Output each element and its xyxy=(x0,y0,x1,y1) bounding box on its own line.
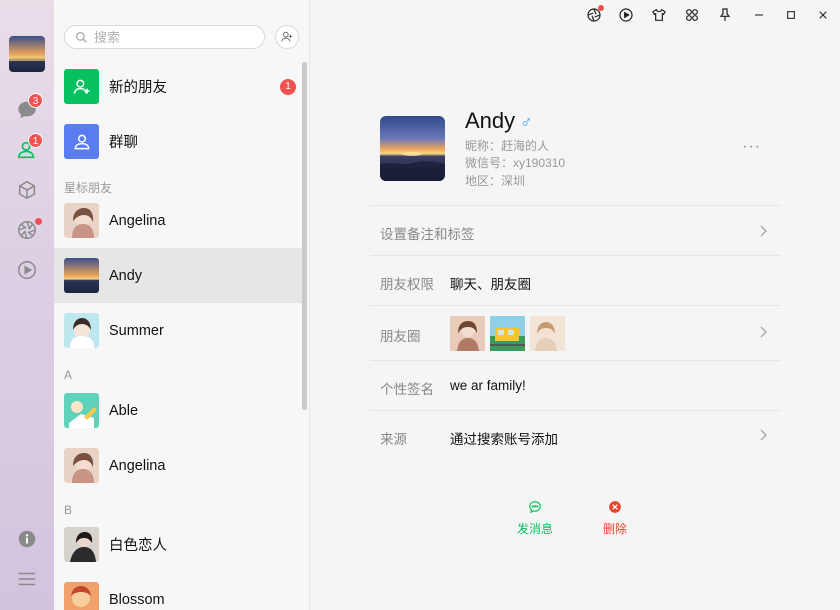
contact-name: Andy xyxy=(109,267,143,284)
contact-avatar xyxy=(64,258,99,293)
aperture-dot xyxy=(598,5,604,11)
contact-list-panel: 新的朋友 1 群聊 星标朋友 Angelina Andy Summer A Ab… xyxy=(54,0,310,610)
section-header-b: B xyxy=(64,503,73,517)
contact-avatar xyxy=(64,203,99,238)
new-friends-label: 新的朋友 xyxy=(109,80,167,96)
apps-icon[interactable] xyxy=(683,6,701,24)
contact-avatar xyxy=(64,448,99,483)
list-item[interactable]: Blossom xyxy=(54,572,306,610)
divider xyxy=(370,410,781,411)
more-options-button[interactable]: ··· xyxy=(742,138,761,156)
source-value: 通过搜索账号添加 xyxy=(450,432,558,447)
list-item-group-chat[interactable]: 群聊 xyxy=(54,114,306,169)
chevron-right-icon xyxy=(760,429,767,441)
signature-value: we ar family! xyxy=(450,378,526,393)
moments-thumbnail[interactable] xyxy=(450,316,485,351)
list-scrollbar[interactable] xyxy=(302,62,307,410)
contact-name: Angelina xyxy=(109,212,166,229)
maximize-icon[interactable] xyxy=(782,6,800,24)
moments-thumbnail[interactable] xyxy=(530,316,565,351)
search-input[interactable] xyxy=(94,29,254,45)
play-icon[interactable] xyxy=(617,6,635,24)
new-friends-badge: 1 xyxy=(280,79,296,95)
delete-label: 删除 xyxy=(602,522,627,536)
contact-avatar xyxy=(64,393,99,428)
list-item[interactable]: Andy xyxy=(54,248,306,303)
male-gender-icon: ♂ xyxy=(520,113,533,132)
chevron-right-icon xyxy=(760,326,767,338)
moments-thumbnail[interactable] xyxy=(490,316,525,351)
send-message-label: 发消息 xyxy=(516,522,553,536)
profile-nickname: 昵称：赶海的人 xyxy=(465,139,550,153)
list-item[interactable]: Angelina xyxy=(54,438,306,493)
group-chat-icon xyxy=(64,124,99,159)
menu-icon[interactable] xyxy=(15,567,39,591)
info-icon[interactable] xyxy=(15,527,39,551)
contact-avatar xyxy=(64,527,99,562)
shirt-icon[interactable] xyxy=(650,6,668,24)
pin-icon[interactable] xyxy=(716,6,734,24)
delete-icon xyxy=(609,501,621,513)
delete-button[interactable]: 删除 xyxy=(585,500,645,537)
aperture-dot xyxy=(35,218,42,225)
section-header-a: A xyxy=(64,368,73,382)
contact-name: Summer xyxy=(109,322,164,339)
permission-value[interactable]: 聊天、朋友圈 xyxy=(450,273,531,293)
minimize-icon[interactable] xyxy=(750,6,768,24)
chat-badge: 3 xyxy=(28,93,43,108)
my-avatar[interactable] xyxy=(9,36,45,72)
send-message-button[interactable]: 发消息 xyxy=(505,500,565,537)
cube-icon[interactable] xyxy=(15,178,39,202)
contacts-icon[interactable]: 1 xyxy=(15,133,43,162)
list-item[interactable]: Angelina xyxy=(54,193,306,248)
signature-label: 个性签名 xyxy=(380,382,434,397)
list-item[interactable]: Able xyxy=(54,383,306,438)
list-item[interactable]: 白色恋人 xyxy=(54,517,306,572)
permission-label: 朋友权限 xyxy=(380,277,434,292)
left-rail: 3 1 xyxy=(0,0,54,610)
profile-avatar[interactable] xyxy=(380,116,445,181)
profile-wechat-id: 微信号：xy190310 xyxy=(465,156,566,170)
chevron-right-icon xyxy=(760,225,767,237)
close-icon[interactable] xyxy=(814,6,832,24)
profile-name: Andy xyxy=(465,108,516,133)
contact-name: 白色恋人 xyxy=(109,538,167,554)
aperture-icon[interactable] xyxy=(15,218,42,242)
search-icon xyxy=(75,31,87,43)
divider xyxy=(370,305,781,306)
search-box[interactable] xyxy=(64,25,265,49)
list-item-new-friends[interactable]: 新的朋友 1 xyxy=(54,59,306,114)
divider xyxy=(370,360,781,361)
contact-avatar xyxy=(64,582,99,610)
message-icon xyxy=(529,501,541,514)
contact-name: Angelina xyxy=(109,457,166,474)
contact-name: Blossom xyxy=(109,591,165,608)
contacts-badge: 1 xyxy=(28,133,43,148)
profile-region: 地区：深圳 xyxy=(465,174,526,188)
contact-name: Able xyxy=(109,402,139,419)
chat-icon[interactable]: 3 xyxy=(15,93,43,122)
aperture-icon[interactable] xyxy=(585,5,604,24)
list-item[interactable]: Summer xyxy=(54,303,306,358)
moments-label: 朋友圈 xyxy=(380,329,421,344)
play-icon[interactable] xyxy=(15,258,39,282)
add-user-icon xyxy=(281,31,293,42)
add-contact-button[interactable] xyxy=(275,25,299,49)
remark-tags-link[interactable]: 设置备注和标签 xyxy=(380,223,475,243)
contact-avatar xyxy=(64,313,99,348)
group-chat-label: 群聊 xyxy=(109,135,138,151)
divider xyxy=(370,255,781,256)
divider xyxy=(370,205,781,206)
new-friends-icon xyxy=(64,69,99,104)
source-label: 来源 xyxy=(380,432,407,447)
